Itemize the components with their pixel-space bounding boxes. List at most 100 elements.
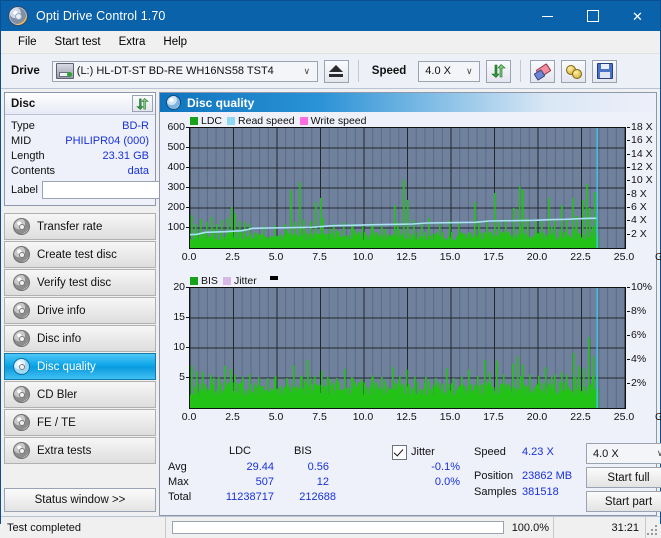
disc-row-value: BD-R	[122, 119, 149, 132]
disc-panel-header: Disc	[5, 93, 155, 115]
legend-entry-write-speed: Write speed	[299, 114, 367, 127]
eject-icon	[329, 65, 344, 77]
chevron-down-icon: ∨	[656, 448, 661, 458]
legend-label: Jitter	[233, 274, 257, 287]
sidebar-item-label: Transfer rate	[37, 220, 103, 233]
disc-row-key: Type	[11, 119, 35, 132]
minimize-button[interactable]	[525, 1, 570, 31]
disc-label-row: Label	[11, 181, 249, 201]
x-tick-label: 15.0	[439, 411, 461, 423]
maximize-button[interactable]	[570, 1, 615, 31]
drive-select[interactable]: (L:) HL-DT-ST BD-RE WH16NS58 TST4 ∨	[51, 60, 318, 82]
refresh-button[interactable]	[486, 59, 512, 83]
progress-bar	[172, 521, 504, 534]
stats-row-key-total: Total	[168, 491, 192, 503]
x-tick-label: 17.5	[483, 411, 504, 423]
elapsed-time: 31:21	[554, 517, 646, 538]
stats-row-key-max: Max	[168, 476, 189, 488]
start-full-button[interactable]: Start full	[586, 467, 661, 488]
main-header: Disc quality	[160, 93, 656, 112]
sidebar-item-verify-test-disc[interactable]: Verify test disc	[4, 269, 156, 296]
speed-select[interactable]: 4.0 X ∨	[418, 60, 481, 82]
disc-refresh-button[interactable]	[132, 95, 153, 112]
save-button[interactable]	[592, 59, 618, 83]
app-window: Opti Drive Control 1.70 ✕ File Start tes…	[0, 0, 661, 538]
stats-panel: LDC BIS Avg 29.44 0.56 Max 507 12 Total …	[160, 441, 661, 515]
sidebar-item-create-test-disc[interactable]: Create test disc	[4, 241, 156, 268]
y-tick-label: 400	[167, 161, 189, 173]
app-icon	[8, 6, 28, 26]
sidebar-item-disc-quality[interactable]: Disc quality	[4, 353, 156, 380]
disc-icon	[13, 414, 30, 431]
toolbar-separator	[520, 60, 522, 82]
legend-label: BIS	[201, 274, 218, 287]
menu-item-extra[interactable]: Extra	[110, 33, 155, 51]
floppy-save-icon	[596, 63, 613, 79]
ldc-y-axis-right: 2 X4 X6 X8 X 10 X 12 X 14 X 16 X 18 X	[627, 121, 661, 249]
bis-x-unit: GB	[655, 411, 661, 423]
y2-tick-label: 10 X	[627, 174, 653, 187]
sidebar-item-cd-bler[interactable]: CD Bler	[4, 381, 156, 408]
sidebar-item-label: FE / TE	[37, 416, 76, 429]
window-controls: ✕	[525, 1, 660, 31]
disc-row-contents: Contents data	[11, 163, 149, 178]
position-value: 23862 MB	[522, 470, 573, 482]
disc-row-mid: MID PHILIPR04 (000)	[11, 133, 149, 148]
sidebar-item-transfer-rate[interactable]: Transfer rate	[4, 213, 156, 240]
ldc-x-unit: GB	[655, 251, 661, 263]
disc-row-key: MID	[11, 134, 32, 147]
ldc-x-axis: 0.0 2.5 5.0 7.5 10.0 12.5 15.0 17.5 20.0 22.5 25.0	[182, 251, 635, 265]
disc-row-value: PHILIPR04 (000)	[65, 134, 149, 147]
y2-tick-label: 2 X	[627, 227, 647, 240]
erase-button[interactable]	[530, 59, 556, 83]
stats-right: Jitter -0.1% 0.0% Speed 4.23 X Position …	[374, 443, 661, 515]
x-tick-label: 10.0	[352, 411, 374, 423]
disc-row-key: Contents	[11, 164, 56, 177]
refresh-icon	[491, 64, 507, 78]
y-tick-label: 15	[173, 311, 189, 323]
menu-item-file[interactable]: File	[9, 33, 46, 51]
resize-grip[interactable]	[646, 517, 660, 538]
menu-item-help[interactable]: Help	[154, 33, 196, 51]
bis-plot-area[interactable]	[189, 287, 626, 409]
legend-entry-read-speed: Read speed	[227, 115, 295, 127]
sidebar-item-label: Extra tests	[37, 444, 92, 457]
sidebar-item-disc-info[interactable]: Disc info	[4, 325, 156, 352]
sidebar-item-extra-tests[interactable]: Extra tests	[4, 437, 156, 464]
speed-select-value: 4.0 X	[425, 65, 451, 77]
legend-entry-ldc: LDC	[190, 115, 222, 127]
x-tick-label: 0.0	[181, 251, 197, 263]
test-speed-value: 4.0 X	[593, 447, 619, 460]
close-button[interactable]: ✕	[615, 1, 660, 31]
legend-label: Write speed	[310, 114, 367, 127]
x-tick-label: 2.5	[225, 251, 240, 263]
menu-item-start-test[interactable]: Start test	[46, 33, 110, 51]
ldc-plot-area[interactable]	[189, 127, 626, 249]
status-window-button[interactable]: Status window >>	[4, 488, 156, 512]
jitter-checkbox[interactable]	[392, 445, 407, 460]
y-tick-label: 20	[173, 281, 189, 293]
toolbar-separator	[357, 60, 359, 82]
y2-tick-label: 4%	[626, 353, 647, 365]
start-part-button[interactable]: Start part	[586, 491, 661, 512]
charts-area: LDC Read speed Write speed 100 200 300 400 5…	[160, 112, 661, 441]
disc-icon	[13, 358, 30, 375]
bis-y-axis: 5 10 15 20	[162, 281, 189, 409]
x-tick-label: 10.0	[352, 251, 374, 263]
gold-discs-button[interactable]	[561, 59, 587, 83]
y-tick-label: 5	[179, 371, 189, 383]
test-speed-select[interactable]: 4.0 X ∨	[586, 443, 661, 464]
sidebar-item-fe-te[interactable]: FE / TE	[4, 409, 156, 436]
sidebar-item-drive-info[interactable]: Drive info	[4, 297, 156, 324]
stats-avg-bis: 0.56	[307, 461, 329, 473]
disc-icon	[166, 95, 181, 110]
stats-table: LDC BIS Avg 29.44 0.56 Max 507 12 Total …	[164, 443, 374, 515]
toolbar: Drive (L:) HL-DT-ST BD-RE WH16NS58 TST4 …	[1, 54, 660, 89]
y-tick-label: 10	[173, 341, 189, 353]
legend-label: LDC	[201, 114, 223, 127]
nav-list: Transfer rate Create test disc Verify te…	[4, 213, 156, 464]
stats-total-ldc: 11238717	[225, 491, 274, 503]
eject-button[interactable]	[323, 59, 349, 83]
y2-tick-label: 18 X	[627, 121, 653, 133]
progress-label: 100.0%	[511, 521, 549, 534]
